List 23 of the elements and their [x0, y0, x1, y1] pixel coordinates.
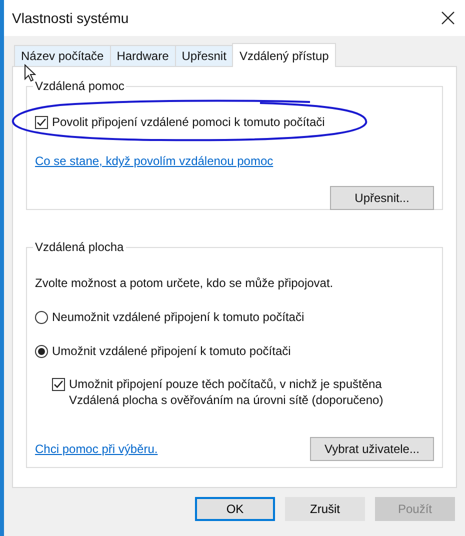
- window-title: Vlastnosti systému: [12, 8, 129, 28]
- help-link[interactable]: Co se stane, když povolím vzdálenou pomoc: [35, 154, 274, 168]
- help-link[interactable]: Chci pomoc při výběru.: [35, 440, 158, 458]
- checkbox-label: Umožnit připojení pouze těch počítačů, v nichž je spuštěna Vzdálená plocha s ověřováním na úrovni sítě (doporučeno): [69, 376, 384, 408]
- tab[interactable]: Vzdálený přístup: [232, 43, 336, 67]
- radio-button[interactable]: [35, 310, 48, 324]
- select-users-button[interactable]: Vybrat uživatele...: [310, 437, 434, 461]
- instruction-text: Zvolte možnost a potom určete, kdo se může připojovat.: [35, 276, 334, 290]
- close-icon[interactable]: [441, 11, 455, 25]
- checkbox[interactable]: [52, 378, 65, 391]
- group-title: Vzdálená plocha: [33, 240, 126, 255]
- tab[interactable]: Hardware: [110, 45, 176, 66]
- checkbox-label: Povolit připojení vzdálené pomoci k tomuto počítači: [52, 114, 325, 131]
- tab[interactable]: Název počítače: [14, 45, 111, 66]
- advanced-button[interactable]: Upřesnit...: [330, 186, 434, 210]
- tab[interactable]: Upřesnit: [174, 45, 234, 66]
- dialog-button[interactable]: OK: [195, 497, 275, 521]
- radio-label: Umožnit vzdálené připojení k tomuto počítači: [52, 344, 291, 358]
- checkbox[interactable]: [35, 116, 48, 128]
- group-title: Vzdálená pomoc: [33, 79, 126, 94]
- radio-label: Neumožnit vzdálené připojení k tomuto počítači: [52, 310, 304, 324]
- dialog-button[interactable]: Zrušit: [285, 497, 365, 521]
- radio-button[interactable]: [35, 344, 48, 358]
